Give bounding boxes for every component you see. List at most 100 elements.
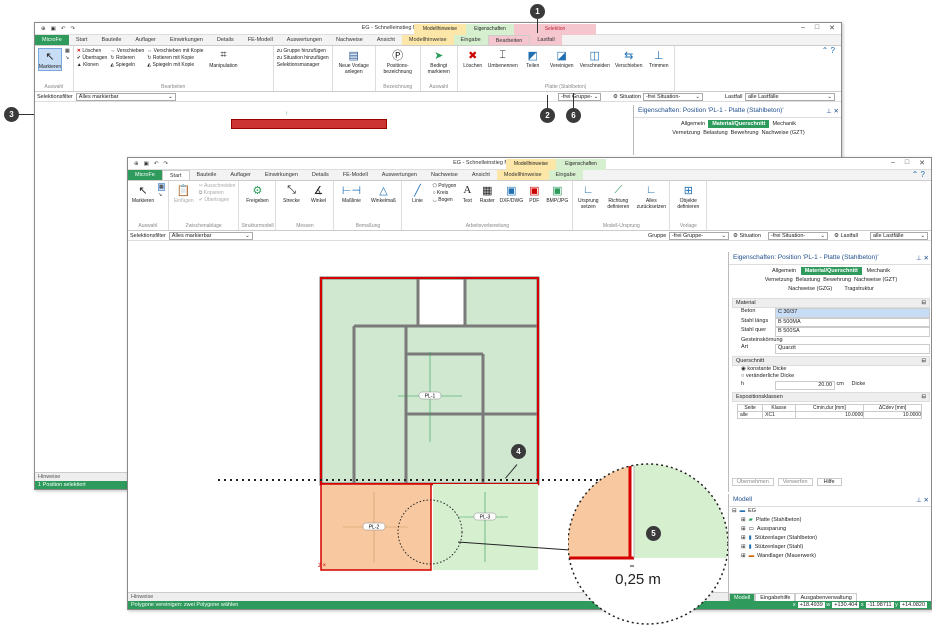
ursprung-button[interactable]: ∟ Ursprung setzen [576, 183, 600, 210]
tree-root[interactable]: ⊟ ▬ EG [729, 507, 931, 516]
bmp-button[interactable]: ▣ BMP/JPG [545, 183, 569, 205]
maximize-icon[interactable]: □ [905, 159, 909, 167]
situation-hinzufuegen-button[interactable]: zu Situation hinzufügen [277, 55, 329, 61]
gruppe-hinzufuegen-button[interactable]: zu Gruppe hinzufügen [277, 48, 329, 54]
freigeben-button[interactable]: ⚙ Freigeben [242, 183, 272, 205]
cell[interactable]: 10.0000 [794, 411, 865, 419]
lastfall-dropdown[interactable]: alle Lastfälle ⌄ [870, 231, 928, 240]
tab-start[interactable]: Start [69, 35, 95, 45]
expand-icon[interactable]: ⊞ [741, 534, 746, 543]
tab-tragstruktur[interactable]: Tragstruktur [844, 286, 873, 292]
pin-close-icon[interactable]: ⊥ ✕ [916, 496, 929, 504]
help-icon[interactable]: ⌃ ? [912, 170, 925, 179]
manipulation-button[interactable]: ⌗ Manipulation [206, 48, 240, 70]
ausschneiden-button[interactable]: ✂ Ausschneiden [199, 183, 236, 189]
verwerfen-button[interactable]: Verwerfen [777, 478, 813, 486]
stahl-laengs-value[interactable]: B 500MA [775, 317, 930, 327]
pin-close-icon[interactable]: ⊥ ✕ [826, 107, 839, 115]
tab-einwirkungen[interactable]: Einwirkungen [258, 170, 305, 180]
situation-dropdown[interactable]: -frei Situation- ⌄ [768, 231, 828, 240]
umbenennen-button[interactable]: ⌶ Umbenennen [488, 48, 518, 70]
tree-item[interactable]: ⊞ ▭ Aussparung [729, 525, 931, 534]
tab-material[interactable]: Material/Querschnitt [800, 267, 862, 275]
uebernehmen-button[interactable]: Übernehmen [732, 478, 774, 486]
tab-microfe[interactable]: MicroFe [35, 35, 69, 45]
expo-section[interactable]: Expositionsklassen ⊟ [732, 392, 930, 402]
tab-bauteile[interactable]: Bauteile [95, 35, 129, 45]
tab-allgemein[interactable]: Allgemein [681, 121, 705, 127]
expand-icon[interactable]: ⊞ [741, 516, 746, 525]
strecke-button[interactable]: ⤡ Strecke [279, 183, 303, 205]
linie-button[interactable]: ╱ Linie [405, 183, 429, 205]
cell[interactable]: 10.0000 [863, 411, 922, 419]
tab-vernetzung[interactable]: Vernetzung [765, 277, 793, 283]
tree-item[interactable]: ⊞ ▮ Stützenlager (Stahlbeton) [729, 534, 931, 543]
rotieren-button[interactable]: ↻ Rotieren [110, 55, 144, 61]
bedingt-markieren-button[interactable]: ➤ Bedingt markieren [424, 48, 454, 76]
tab-bewehrung[interactable]: Bewehrung [823, 277, 851, 283]
tab-start[interactable]: Start [161, 170, 190, 180]
uebertragen-button[interactable]: ✔ Übertragen [199, 197, 236, 203]
minimize-icon[interactable]: – [891, 159, 895, 167]
neue-vorlage-button[interactable]: ▤ Neue Vorlage anlegen [336, 48, 372, 76]
markieren-button[interactable]: ↖ Markieren [131, 183, 155, 205]
tab-nachweise-gzg[interactable]: Nachweise (GZG) [788, 286, 832, 292]
tab-details[interactable]: Details [210, 35, 241, 45]
tab-mechanik[interactable]: Mechanik [866, 268, 890, 274]
tab-belastung[interactable]: Belastung [703, 130, 727, 136]
tab-auflager[interactable]: Auflager [128, 35, 163, 45]
tab-auswertungen[interactable]: Auswertungen [280, 35, 329, 45]
kopieren-button[interactable]: ⧉ Kopieren [199, 190, 236, 196]
beton-value[interactable]: C 30/37 [775, 308, 930, 318]
polygon-button[interactable]: ⬠ Polygon [432, 183, 456, 189]
cell[interactable]: alle [736, 411, 764, 419]
collapse-icon[interactable]: ⊟ [921, 300, 926, 306]
minimize-icon[interactable]: – [801, 24, 805, 32]
teilen-button[interactable]: ◩ Teilen [521, 48, 545, 70]
bogen-button[interactable]: ◡ Bogen [432, 197, 456, 203]
selektion-loeschen-button[interactable]: ✖ Löschen [461, 48, 485, 70]
tab-ansicht[interactable]: Ansicht [465, 170, 497, 180]
gruppe-dropdown[interactable]: -frei Gruppe- ⌄ [558, 92, 602, 101]
tab-bauteile[interactable]: Bauteile [190, 170, 224, 180]
tree-item[interactable]: ⊞ ▰ Platte (Stahlbeton) [729, 516, 931, 525]
klonen-button[interactable]: ▲ Klonen [77, 62, 108, 68]
collapse-icon[interactable]: ⊟ [921, 394, 926, 400]
winkelmass-button[interactable]: △ Winkelmaß [368, 183, 398, 205]
objekte-definieren-button[interactable]: ⊞ Objekte definieren [673, 183, 703, 211]
hilfe-button[interactable]: Hilfe [816, 478, 842, 486]
einfuegen-button[interactable]: 📋 Einfügen [172, 183, 196, 205]
collapse-icon[interactable]: ⊟ [921, 358, 926, 364]
radio-veraenderlich[interactable]: ○ veränderliche Dicke [741, 373, 930, 381]
tab-bearbeiten[interactable]: Bearbeiten [487, 35, 531, 45]
close-icon[interactable]: ✕ [829, 24, 835, 32]
uebertragen-button[interactable]: ✔ Übertragen [77, 55, 108, 61]
tab-details[interactable]: Details [305, 170, 336, 180]
tab-modellhinweise[interactable]: Modellhinweise [496, 170, 549, 180]
tab-eingabe[interactable]: Eingabe [453, 35, 488, 45]
text-button[interactable]: A Text [459, 183, 475, 204]
expand-icon[interactable]: ⊞ [741, 525, 746, 534]
pdf-button[interactable]: ▣ PDF [526, 183, 542, 205]
masslinie-button[interactable]: ⊢⊣ Maßlinie [337, 183, 365, 205]
tab-nachweise[interactable]: Nachweise [424, 170, 465, 180]
tab-einwirkungen[interactable]: Einwirkungen [163, 35, 210, 45]
loeschen-button[interactable]: ✕ Löschen [77, 48, 108, 54]
tab-ansicht[interactable]: Ansicht [370, 35, 402, 45]
rotieren-kopie-button[interactable]: ↻ Rotieren mit Kopie [147, 55, 203, 61]
verschieben-button[interactable]: ⇔ Verschieben [110, 48, 144, 54]
tab-fe-modell[interactable]: FE-Modell [241, 35, 280, 45]
tab-nachweise-gzt[interactable]: Nachweise (GZT) [762, 130, 805, 136]
tab-auflager[interactable]: Auflager [223, 170, 258, 180]
tab-auswertungen[interactable]: Auswertungen [375, 170, 424, 180]
markieren-button[interactable]: ↖ Markieren [38, 48, 62, 71]
winkel-button[interactable]: ∡ Winkel [306, 183, 330, 205]
tab-modellhinweise[interactable]: Modellhinweise [401, 35, 454, 45]
select-mode2-icon[interactable]: ↘ [65, 55, 70, 61]
raster-button[interactable]: ▦ Raster [478, 183, 496, 205]
dxf-button[interactable]: ▣ DXF/DWG [499, 183, 523, 205]
slab-pl3[interactable] [433, 484, 538, 570]
h-input[interactable]: 20.00 [775, 380, 835, 390]
tree-item[interactable]: ⊞ ▮ Stützenlager (Stahl) [729, 543, 931, 552]
spiegeln-button[interactable]: ◭ Spiegeln [110, 62, 144, 68]
